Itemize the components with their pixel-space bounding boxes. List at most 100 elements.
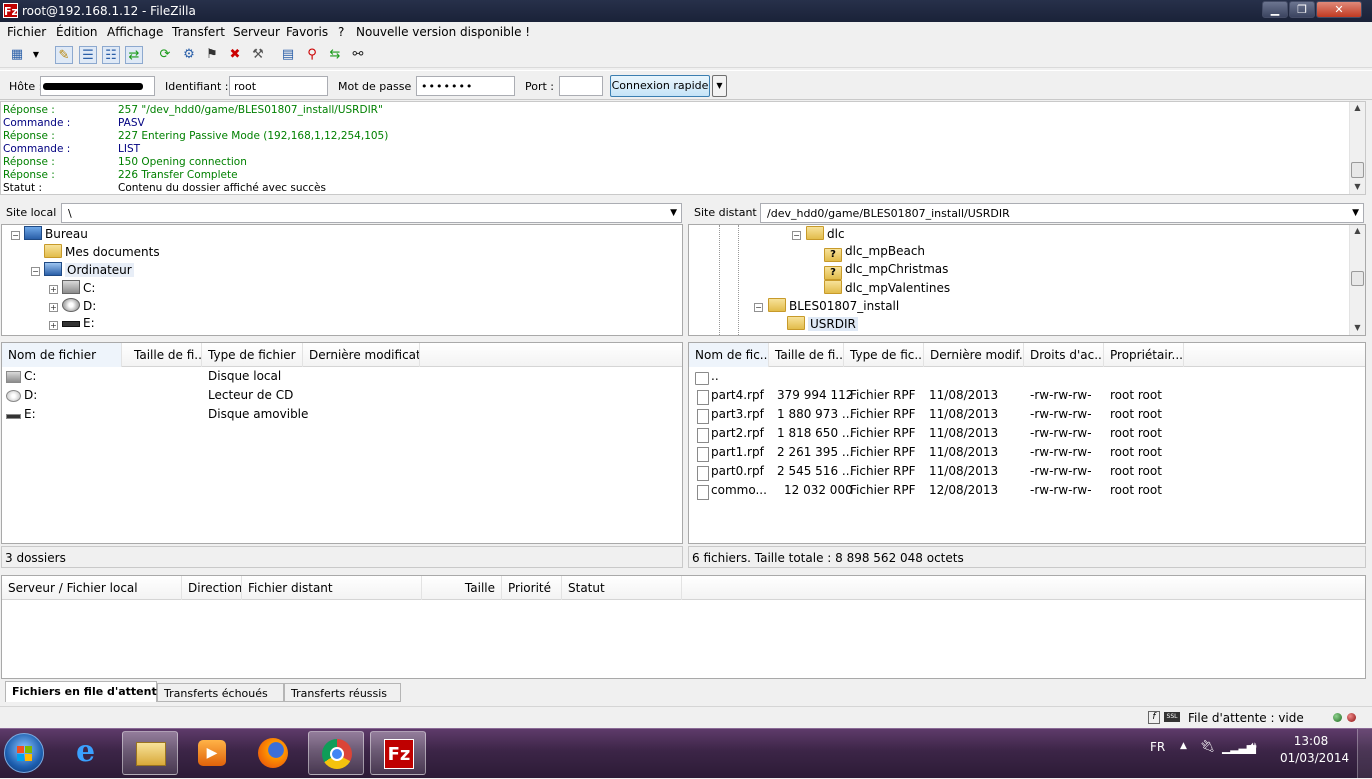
col-droits[interactable]: Droits d'ac... [1024, 343, 1104, 367]
remote-tree-scrollbar[interactable]: ▲ ▼ [1349, 225, 1365, 335]
filter-icon[interactable]: f [1148, 711, 1160, 724]
tree-node-d[interactable]: D: [62, 298, 96, 316]
menu-new-version[interactable]: Nouvelle version disponible ! [356, 25, 530, 39]
local-path-field[interactable]: \ ▼ [61, 203, 682, 223]
file-row[interactable]: part1.rpf 2 261 395 ... Fichier RPF 11/0… [689, 443, 1365, 462]
menu-fichier[interactable]: Fichier [7, 25, 46, 39]
menu-transfert[interactable]: Transfert [172, 25, 225, 39]
password-field[interactable]: ••••••• [416, 76, 515, 96]
chevron-down-icon[interactable]: ▼ [1352, 208, 1359, 218]
process-queue-icon[interactable]: ⚙ [180, 46, 198, 64]
disconnect-icon[interactable]: ✖ [226, 46, 244, 64]
col-proprietaire[interactable]: Propriétair... [1104, 343, 1184, 367]
tree-node-dlc-mpvalentines[interactable]: dlc_mpValentines [824, 280, 950, 298]
language-indicator[interactable]: FR [1150, 740, 1165, 754]
sync-browsing-icon[interactable]: ⇆ [326, 46, 344, 64]
col-date[interactable]: Dernière modificat... [303, 343, 420, 367]
quickconnect-dropdown-icon[interactable]: ▼ [712, 75, 727, 97]
col-direction[interactable]: Direction [182, 576, 242, 600]
menu-affichage[interactable]: Affichage [107, 25, 163, 39]
usb-icon[interactable]: 🔌︎ [1200, 739, 1215, 753]
tree-node-dlc[interactable]: dlc [806, 226, 845, 244]
collapse-icon[interactable]: − [31, 267, 40, 276]
message-log[interactable]: Réponse :257 "/dev_hdd0/game/BLES01807_i… [0, 101, 1366, 195]
expand-icon[interactable]: + [49, 285, 58, 294]
scroll-down-icon[interactable]: ▼ [1350, 181, 1365, 193]
site-manager-dropdown-icon[interactable]: ▼ [30, 46, 42, 64]
chevron-down-icon[interactable]: ▼ [670, 208, 677, 218]
clock-time[interactable]: 13:08 [1286, 734, 1336, 748]
file-row[interactable]: part3.rpf 1 880 973 ... Fichier RPF 11/0… [689, 405, 1365, 424]
host-field[interactable] [40, 76, 155, 96]
reconnect-icon[interactable]: ⚒ [249, 46, 267, 64]
tree-node-usrdir[interactable]: USRDIR [787, 316, 858, 334]
tree-node-bureau[interactable]: Bureau [24, 226, 88, 244]
menu-serveur[interactable]: Serveur [233, 25, 280, 39]
compare-dirs-icon[interactable]: ⚲ [303, 46, 321, 64]
port-field[interactable] [559, 76, 603, 96]
search-files-icon[interactable]: ⚯ [349, 46, 367, 64]
menu-help[interactable]: ? [338, 25, 344, 39]
file-row[interactable]: part4.rpf 379 994 112 Fichier RPF 11/08/… [689, 386, 1365, 405]
site-manager-icon[interactable]: ▦ [8, 46, 26, 64]
chrome-icon[interactable] [308, 731, 364, 775]
file-row[interactable]: E: Disque amovible [2, 405, 682, 424]
file-row[interactable]: commo... 12 032 000 Fichier RPF 12/08/20… [689, 481, 1365, 500]
quickconnect-button[interactable]: Connexion rapide [610, 75, 710, 97]
tab-failed-transfers[interactable]: Transferts échoués [157, 683, 284, 702]
col-date[interactable]: Dernière modif... [924, 343, 1024, 367]
internet-explorer-icon[interactable]: e [62, 731, 118, 775]
local-directory-tree[interactable]: − Bureau Mes documents − Ordinateur + C:… [1, 224, 683, 336]
tree-node-dlc-mpbeach[interactable]: ? dlc_mpBeach [824, 244, 925, 262]
col-taille[interactable]: Taille de fi... [769, 343, 844, 367]
remote-tree-scroll-thumb[interactable] [1351, 271, 1364, 286]
filezilla-icon[interactable]: Fz [370, 731, 426, 775]
scroll-up-icon[interactable]: ▲ [1350, 102, 1365, 114]
remote-path-field[interactable]: /dev_hdd0/game/BLES01807_install/USRDIR … [760, 203, 1364, 223]
col-type[interactable]: Type de fichier [202, 343, 303, 367]
minimize-button[interactable]: ▁ [1262, 1, 1288, 18]
tree-node-c[interactable]: C: [62, 280, 95, 298]
file-row[interactable]: part0.rpf 2 545 516 ... Fichier RPF 11/0… [689, 462, 1365, 481]
tab-queued-files[interactable]: Fichiers en file d'attente [5, 681, 164, 702]
collapse-icon[interactable]: − [754, 303, 763, 312]
toggle-queue-icon[interactable]: ⇄ [125, 46, 143, 64]
log-scroll-thumb[interactable] [1351, 162, 1364, 178]
tree-node-mes-documents[interactable]: Mes documents [44, 244, 160, 262]
close-button[interactable]: ✕ [1316, 1, 1362, 18]
tree-node-ordinateur[interactable]: Ordinateur [44, 262, 134, 280]
col-type[interactable]: Type de fic... [844, 343, 924, 367]
clock-date[interactable]: 01/03/2014 [1280, 751, 1349, 765]
volume-icon[interactable]: 🔊︎ [1249, 739, 1257, 754]
binary-mode-icon[interactable]: SSL [1164, 712, 1180, 722]
col-serveur-fichier-local[interactable]: Serveur / Fichier local [2, 576, 182, 600]
collapse-icon[interactable]: − [11, 231, 20, 240]
remote-directory-tree[interactable]: − dlc ? dlc_mpBeach ? dlc_mpChristmas dlc_… [688, 224, 1366, 336]
local-file-list[interactable]: Nom de fichier Taille de fi... Type de f… [1, 342, 683, 544]
col-taille[interactable]: Taille de fi... [128, 343, 202, 367]
toggle-local-tree-icon[interactable]: ☰ [79, 46, 97, 64]
show-hidden-icons-icon[interactable]: ▲ [1180, 741, 1187, 751]
maximize-button[interactable]: ❐ [1289, 1, 1315, 18]
tab-successful-transfers[interactable]: Transferts réussis [284, 683, 401, 702]
cancel-operation-icon[interactable]: ⚑ [203, 46, 221, 64]
expand-icon[interactable]: + [49, 321, 58, 330]
col-statut[interactable]: Statut [562, 576, 682, 600]
menu-edition[interactable]: Édition [56, 25, 98, 39]
col-fichier-distant[interactable]: Fichier distant [242, 576, 422, 600]
menu-favoris[interactable]: Favoris [286, 25, 328, 39]
toggle-remote-tree-icon[interactable]: ☷ [102, 46, 120, 64]
show-desktop-button[interactable] [1357, 729, 1372, 779]
tree-node-dlc-mpchristmas[interactable]: ? dlc_mpChristmas [824, 262, 948, 280]
col-priorite[interactable]: Priorité [502, 576, 562, 600]
collapse-icon[interactable]: − [792, 231, 801, 240]
media-player-icon[interactable]: ▶ [184, 731, 240, 775]
expand-icon[interactable]: + [49, 303, 58, 312]
col-nom-de-fichier[interactable]: Nom de fichier [2, 343, 122, 367]
scroll-down-icon[interactable]: ▼ [1350, 322, 1365, 334]
file-row[interactable]: D: Lecteur de CD [2, 386, 682, 405]
file-row[interactable]: .. [689, 367, 1365, 386]
tree-node-e[interactable]: E: [62, 316, 95, 334]
remote-file-list[interactable]: Nom de fic... Taille de fi... Type de fi… [688, 342, 1366, 544]
transfer-queue[interactable]: Serveur / Fichier local Direction Fichie… [1, 575, 1366, 679]
